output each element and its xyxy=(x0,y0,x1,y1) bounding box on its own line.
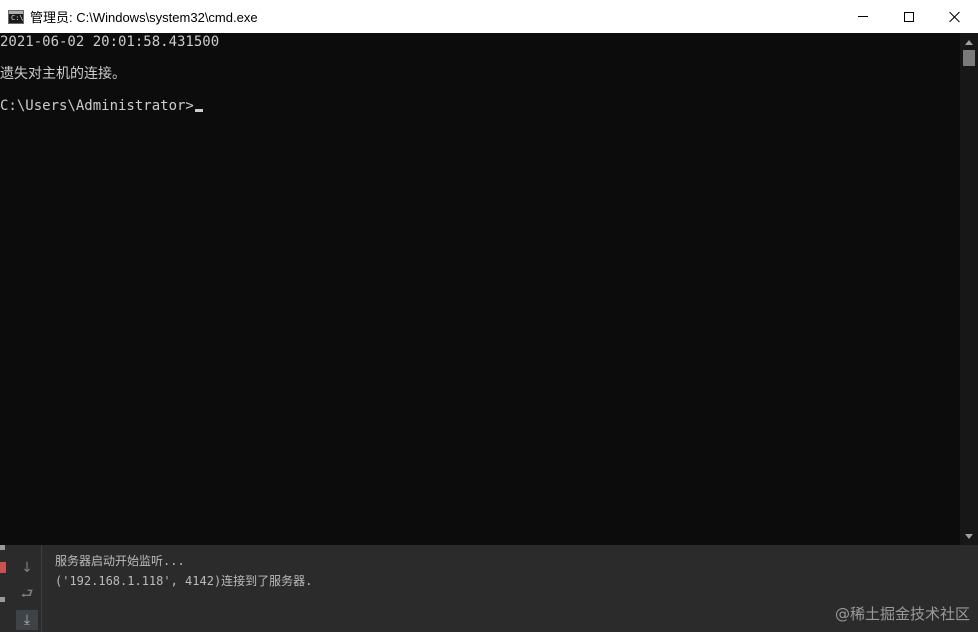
text-cursor xyxy=(194,109,203,112)
toolbar-edge-mark xyxy=(0,545,5,550)
console-prompt-line[interactable]: C:\Users\Administrator> xyxy=(0,97,203,115)
console-output[interactable]: 2021-06-02 20:01:58.431500 遗失对主机的连接。 C:\… xyxy=(0,33,960,545)
watermark: @稀土掘金技术社区 xyxy=(834,605,970,623)
close-button[interactable] xyxy=(932,0,978,33)
console-line-timestamp: 2021-06-02 20:01:58.431500 xyxy=(0,34,220,50)
close-icon xyxy=(949,11,961,23)
toolbar-edge-mark xyxy=(0,597,5,602)
soft-wrap-icon[interactable]: ⮐ xyxy=(16,585,38,605)
output-line: 服务器启动开始监听... xyxy=(55,554,185,568)
maximize-button[interactable] xyxy=(886,0,932,33)
cmd-app-icon[interactable]: C:\ xyxy=(8,9,24,24)
scrollbar-thumb[interactable] xyxy=(963,50,975,66)
run-output[interactable]: 服务器启动开始监听... ('192.168.1.118', 4142)连接到了… xyxy=(55,551,312,591)
arrow-down-icon[interactable]: ↓ xyxy=(16,558,38,578)
scroll-down-icon[interactable] xyxy=(965,534,973,539)
minimize-button[interactable] xyxy=(840,0,886,33)
stop-icon[interactable] xyxy=(0,562,6,573)
run-toolbar: ↓ ⮐ ⤓ xyxy=(0,545,42,632)
window-title: 管理员: C:\Windows\system32\cmd.exe xyxy=(30,10,258,25)
title-bar[interactable]: C:\ 管理员: C:\Windows\system32\cmd.exe xyxy=(0,0,978,33)
console-line-message: 遗失对主机的连接。 xyxy=(0,66,126,82)
ide-run-panel: ↓ ⮐ ⤓ 服务器启动开始监听... ('192.168.1.118', 414… xyxy=(0,545,978,632)
cmd-icon-glyph: C:\ xyxy=(11,13,24,22)
cmd-window: C:\ 管理员: C:\Windows\system32\cmd.exe 202… xyxy=(0,0,978,545)
maximize-icon xyxy=(904,11,914,22)
minimize-icon xyxy=(858,16,868,17)
caption-buttons xyxy=(840,0,978,33)
output-line: ('192.168.1.118', 4142)连接到了服务器. xyxy=(55,574,313,588)
vertical-scrollbar[interactable] xyxy=(960,33,978,545)
scroll-up-icon[interactable] xyxy=(965,40,973,45)
scroll-to-end-icon[interactable]: ⤓ xyxy=(16,610,38,630)
console-prompt: C:\Users\Administrator> xyxy=(0,98,194,114)
